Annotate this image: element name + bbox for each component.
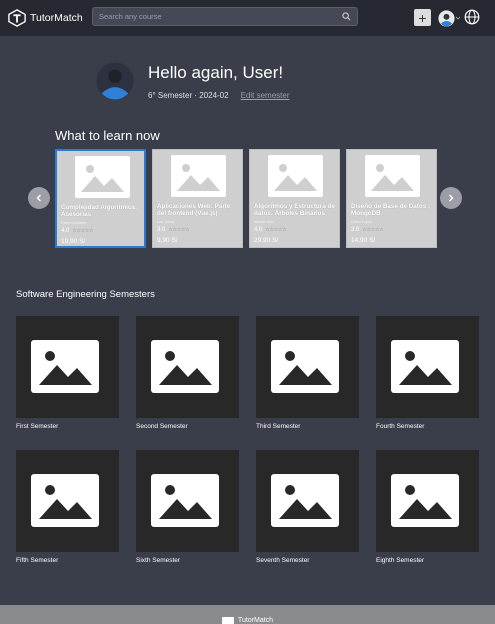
search-input[interactable] (99, 12, 342, 21)
image-placeholder-icon (151, 340, 219, 393)
plus-icon: + (418, 9, 427, 26)
image-placeholder-icon (171, 155, 226, 197)
course-price: 29,90 S/ (254, 237, 279, 244)
logo-icon (8, 9, 26, 27)
greeting-section: Hello again, User! 6° Semester · 2024-02… (96, 62, 289, 100)
star-rating-icon: ☆☆☆☆☆ (72, 228, 94, 234)
search-bar (92, 7, 358, 26)
section-title-learn: What to learn now (55, 128, 160, 143)
star-rating-icon: ☆☆☆☆☆ (168, 227, 190, 233)
image-placeholder-icon (391, 474, 459, 527)
course-title: Algoritmos y Estructura de datos: Árbole… (254, 203, 335, 217)
chevron-down-icon (455, 16, 461, 20)
brand[interactable]: TutorMatch (8, 9, 92, 27)
star-rating-icon: ☆☆☆☆☆ (265, 227, 287, 233)
course-price: 19,90 S/ (61, 238, 86, 245)
chevron-left-icon (36, 194, 41, 202)
section-title-semesters: Software Engineering Semesters (16, 289, 155, 300)
course-author: Carlos Lopez (351, 220, 372, 224)
course-title: Diseño de Base de Datos : MongoDB (351, 203, 431, 217)
rating-value: 4.0 (61, 228, 70, 234)
greeting-title: Hello again, User! (148, 62, 284, 82)
app-name: TutorMatch (30, 12, 83, 24)
course-title: Complejidad Algorítmica: Asesorías (61, 204, 138, 218)
star-rating-icon: ☆☆☆☆☆ (362, 227, 384, 233)
semester-label[interactable]: Seventh Semester (256, 557, 309, 564)
logo-icon (221, 617, 234, 624)
course-price: 9,90 S/ (157, 237, 178, 244)
semester-card-6[interactable] (136, 450, 239, 552)
image-placeholder-icon (268, 155, 323, 197)
course-rating: 3.0 ☆☆☆☆☆ (157, 227, 190, 233)
footer-text: TutorMatch (237, 617, 274, 624)
course-card[interactable]: Complejidad Algorítmica: Asesorías Pedro… (55, 149, 146, 248)
semester-label[interactable]: Eighth Semester (376, 557, 424, 564)
semester-card-1[interactable] (16, 316, 119, 418)
course-author: Luis Torres (157, 220, 175, 224)
image-placeholder-icon (271, 340, 339, 393)
user-menu-button[interactable] (438, 8, 462, 28)
course-card[interactable]: Aplicaciones Web: Parte del frontend (Vu… (152, 149, 243, 248)
course-title: Aplicaciones Web: Parte del frontend (Vu… (157, 203, 231, 217)
carousel-prev-button[interactable] (28, 187, 50, 209)
course-price: 14,90 S/ (351, 237, 376, 244)
current-semester: 6° Semester · 2024-02 (148, 90, 229, 100)
user-avatar-icon (438, 9, 455, 27)
rating-value: 3.0 (157, 227, 166, 233)
semester-label[interactable]: Third Semester (256, 423, 300, 430)
semester-label[interactable]: Sixth Semester (136, 557, 180, 564)
footer: TutorMatch (0, 605, 495, 624)
edit-semester-link[interactable]: Edit semester (241, 91, 290, 100)
semester-card-7[interactable] (256, 450, 359, 552)
semester-label[interactable]: Fourth Semester (376, 423, 424, 430)
semester-label[interactable]: Second Semester (136, 423, 188, 430)
course-card[interactable]: Algoritmos y Estructura de datos: Árbole… (249, 149, 340, 248)
course-card[interactable]: Diseño de Base de Datos : MongoDB Carlos… (346, 149, 437, 248)
carousel-next-button[interactable] (440, 187, 462, 209)
course-rating: 3.0 ☆☆☆☆☆ (351, 227, 384, 233)
rating-value: 3.0 (351, 227, 360, 233)
semester-card-2[interactable] (136, 316, 239, 418)
user-avatar-icon (96, 62, 134, 100)
image-placeholder-icon (151, 474, 219, 527)
course-author: Mariela Ruiz (254, 220, 274, 224)
semester-label[interactable]: First Semester (16, 423, 58, 430)
semester-card-5[interactable] (16, 450, 119, 552)
course-rating: 4.0 ☆☆☆☆☆ (61, 228, 94, 234)
course-author: Pedro Gonzales (61, 221, 87, 225)
globe-icon[interactable] (464, 9, 480, 25)
semester-label[interactable]: Fifth Semester (16, 557, 58, 564)
image-placeholder-icon (31, 340, 99, 393)
image-placeholder-icon (391, 340, 459, 393)
chevron-right-icon (449, 194, 454, 202)
image-placeholder-icon (365, 155, 420, 197)
image-placeholder-icon (31, 474, 99, 527)
image-placeholder-icon (271, 474, 339, 527)
semester-card-3[interactable] (256, 316, 359, 418)
rating-value: 4.0 (254, 227, 263, 233)
add-button[interactable]: + (414, 9, 431, 26)
image-placeholder-icon (75, 156, 130, 198)
top-bar: TutorMatch + (0, 0, 495, 36)
search-icon[interactable] (342, 12, 351, 21)
semester-card-8[interactable] (376, 450, 479, 552)
semester-card-4[interactable] (376, 316, 479, 418)
course-rating: 4.0 ☆☆☆☆☆ (254, 227, 287, 233)
